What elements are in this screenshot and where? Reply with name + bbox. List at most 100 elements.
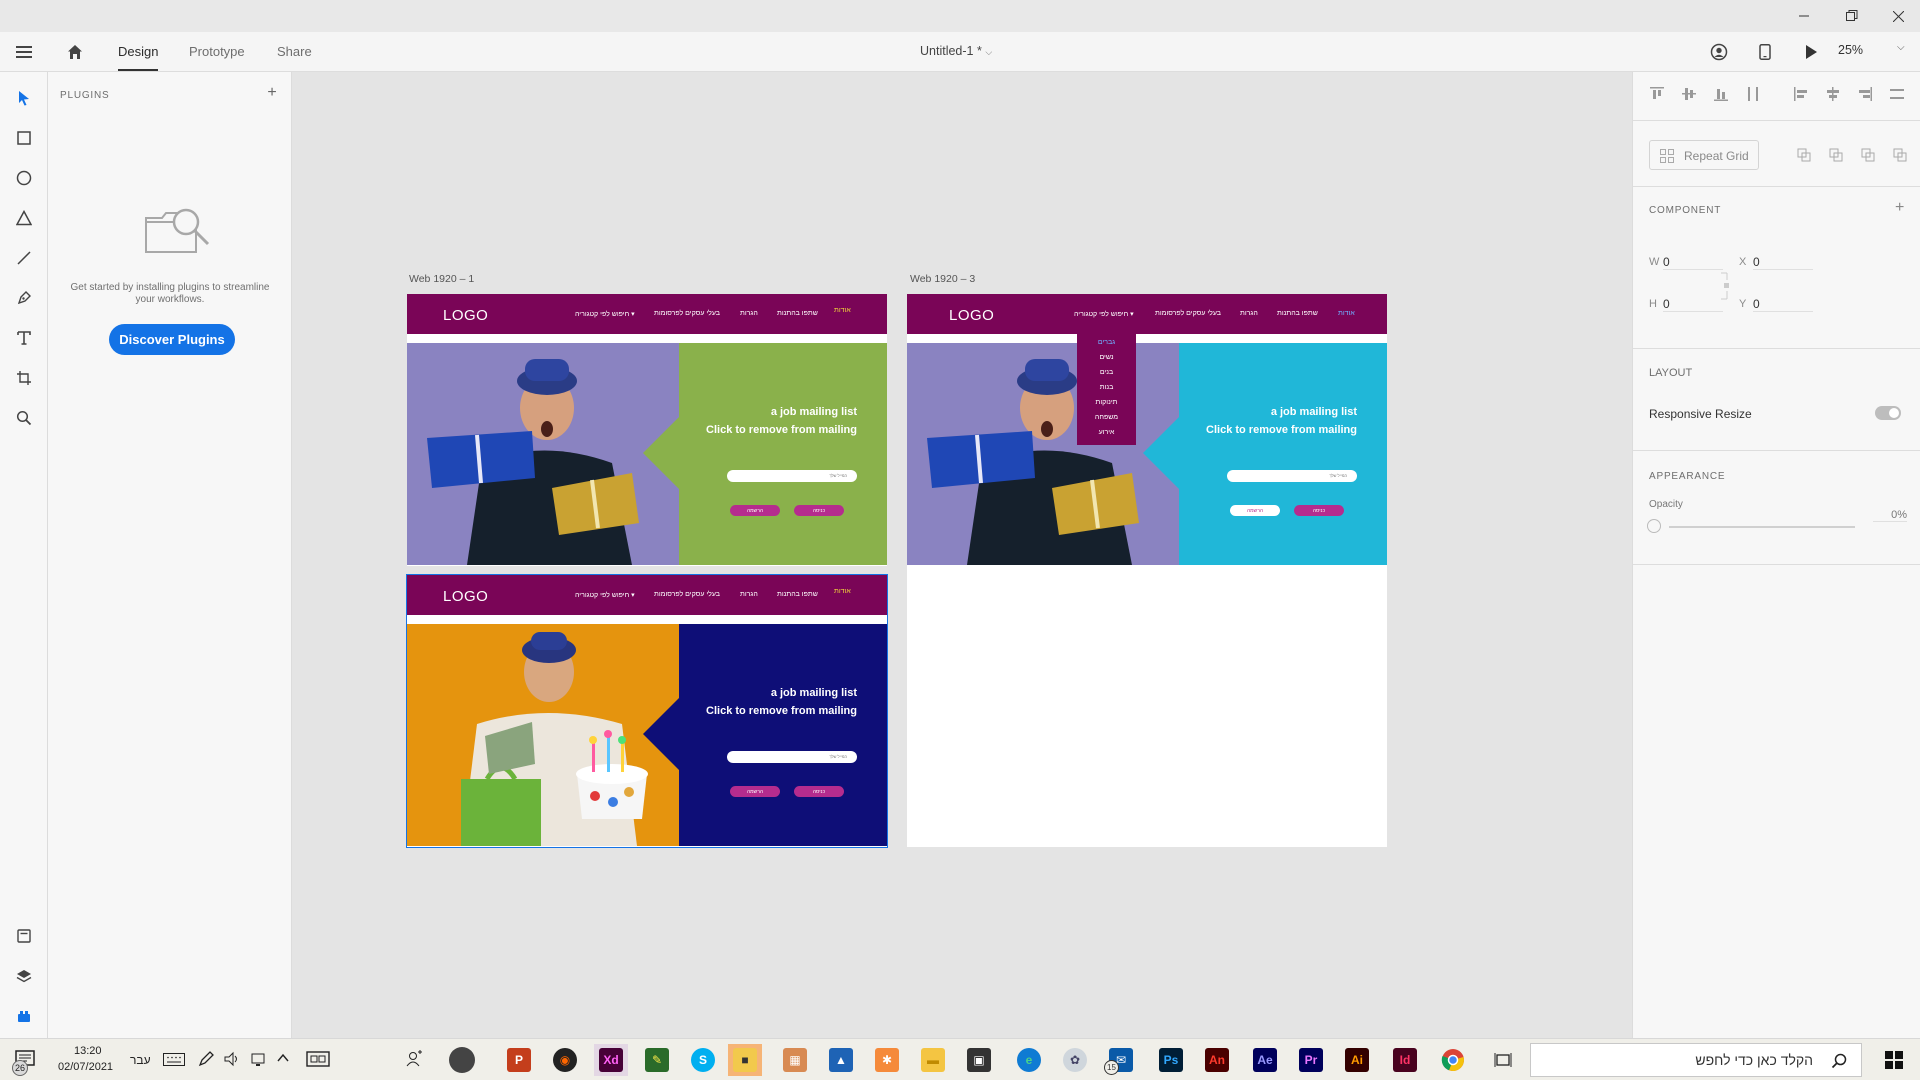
- input-language[interactable]: עבר: [130, 1053, 151, 1067]
- dropdown-item[interactable]: אירוע: [1077, 429, 1136, 436]
- x-field[interactable]: 0: [1753, 255, 1813, 270]
- taskbar-app-icon[interactable]: S: [686, 1044, 720, 1076]
- dropdown-item[interactable]: בנות: [1077, 384, 1136, 391]
- text-tool-icon[interactable]: [8, 322, 40, 354]
- taskbar-app-icon[interactable]: ▲: [824, 1044, 858, 1076]
- taskbar-app-icon[interactable]: Id: [1388, 1044, 1422, 1076]
- volume-icon[interactable]: [224, 1051, 240, 1072]
- zoom-level[interactable]: 25%: [1838, 43, 1863, 57]
- taskbar-app-icon[interactable]: Pr: [1294, 1044, 1328, 1076]
- align-bottom-icon[interactable]: [1713, 86, 1729, 102]
- zoom-tool-icon[interactable]: [8, 402, 40, 434]
- artboard-web-1[interactable]: LOGO אודות שתפו בהתנות הגרות בעלי עסקים …: [407, 294, 887, 566]
- taskbar-search-box[interactable]: הקלד כאן כדי לחפש: [1530, 1043, 1862, 1077]
- repeat-grid-button[interactable]: Repeat Grid: [1649, 140, 1759, 170]
- height-field[interactable]: 0: [1663, 297, 1723, 312]
- align-right-icon[interactable]: [1857, 86, 1873, 102]
- rectangle-tool-icon[interactable]: [8, 122, 40, 154]
- polygon-tool-icon[interactable]: [8, 202, 40, 234]
- dropdown-item[interactable]: תינוקות: [1077, 399, 1136, 406]
- email-field[interactable]: המייל שלך: [1227, 470, 1357, 482]
- clock-date[interactable]: 02/07/2021: [58, 1061, 113, 1073]
- add-component-icon[interactable]: +: [1895, 199, 1904, 217]
- align-top-icon[interactable]: [1649, 86, 1665, 102]
- taskbar-app-icon[interactable]: ▣: [962, 1044, 996, 1076]
- dropdown-item[interactable]: גברים: [1077, 339, 1136, 346]
- login-button[interactable]: כניסה: [794, 505, 844, 516]
- people-icon[interactable]: [405, 1050, 423, 1073]
- design-canvas[interactable]: Web 1920 – 1 Web 1920 – 3 LOGO אודות שתפ…: [292, 72, 1632, 1038]
- responsive-resize-toggle[interactable]: [1875, 406, 1901, 420]
- restore-icon[interactable]: [1836, 0, 1868, 32]
- taskbar-app-icon[interactable]: ■: [728, 1044, 762, 1076]
- clock-time[interactable]: 13:20: [74, 1045, 102, 1057]
- register-button[interactable]: הרשמה: [730, 786, 780, 797]
- taskbar-app-icon[interactable]: ✎: [640, 1044, 674, 1076]
- taskbar-app-icon[interactable]: Ae: [1248, 1044, 1282, 1076]
- opacity-slider-handle[interactable]: [1647, 519, 1661, 533]
- distribute-vertical-icon[interactable]: [1745, 86, 1761, 102]
- taskbar-app-icon[interactable]: ✱: [870, 1044, 904, 1076]
- pen-input-icon[interactable]: [198, 1051, 214, 1072]
- task-switch-icon[interactable]: [1494, 1051, 1512, 1074]
- dropdown-item[interactable]: משפחה: [1077, 414, 1136, 421]
- document-title[interactable]: Untitled-1 * ⌵: [920, 44, 992, 58]
- pen-tool-icon[interactable]: [8, 282, 40, 314]
- taskbar-app-icon[interactable]: ▬: [916, 1044, 950, 1076]
- taskbar-app-icon[interactable]: Xd: [594, 1044, 628, 1076]
- taskbar-app-icon[interactable]: Ai: [1340, 1044, 1374, 1076]
- network-icon[interactable]: [250, 1051, 266, 1072]
- artboard-web-3[interactable]: LOGO אודות שתפו בהתנות הגרות בעלי עסקים …: [907, 294, 1387, 847]
- lock-aspect-icon[interactable]: [1719, 272, 1729, 300]
- opacity-slider-track[interactable]: [1669, 526, 1855, 528]
- email-field[interactable]: המייל שלך: [727, 751, 857, 763]
- hamburger-menu-icon[interactable]: [8, 36, 40, 68]
- boolean-subtract-icon[interactable]: [1829, 148, 1843, 162]
- align-center-icon[interactable]: [1825, 86, 1841, 102]
- discover-plugins-button[interactable]: Discover Plugins: [109, 324, 235, 355]
- close-icon[interactable]: [1882, 0, 1914, 32]
- taskbar-app-icon[interactable]: ▦: [778, 1044, 812, 1076]
- cortana-avatar-icon[interactable]: [449, 1047, 475, 1073]
- taskbar-app-icon[interactable]: An: [1200, 1044, 1234, 1076]
- minimize-icon[interactable]: [1788, 0, 1820, 32]
- register-button[interactable]: הרשמה: [1230, 505, 1280, 516]
- ellipse-tool-icon[interactable]: [8, 162, 40, 194]
- artboard-tool-icon[interactable]: [8, 362, 40, 394]
- keyboard-icon[interactable]: [163, 1053, 185, 1071]
- y-field[interactable]: 0: [1753, 297, 1813, 312]
- artboard-label[interactable]: Web 1920 – 1: [409, 273, 474, 285]
- tab-share[interactable]: Share: [277, 44, 312, 59]
- boolean-exclude-icon[interactable]: [1893, 148, 1907, 162]
- add-plugin-icon[interactable]: +: [264, 84, 280, 102]
- taskbar-app-icon[interactable]: e: [1012, 1044, 1046, 1076]
- align-middle-icon[interactable]: [1681, 86, 1697, 102]
- home-icon[interactable]: [59, 36, 91, 68]
- distribute-horizontal-icon[interactable]: [1889, 86, 1905, 102]
- width-field[interactable]: 0: [1663, 255, 1723, 270]
- taskbar-app-icon[interactable]: ✿: [1058, 1044, 1092, 1076]
- boolean-intersect-icon[interactable]: [1861, 148, 1875, 162]
- taskbar-app-icon[interactable]: ◉: [548, 1044, 582, 1076]
- login-button[interactable]: כניסה: [794, 786, 844, 797]
- plugins-panel-icon[interactable]: [8, 1000, 40, 1032]
- user-account-icon[interactable]: [1703, 36, 1735, 68]
- chevron-up-icon[interactable]: [276, 1051, 290, 1069]
- dropdown-item[interactable]: נשים: [1077, 354, 1136, 361]
- layers-panel-icon[interactable]: [8, 960, 40, 992]
- email-field[interactable]: המייל שלך: [727, 470, 857, 482]
- taskbar-app-icon[interactable]: Ps: [1154, 1044, 1188, 1076]
- opacity-value[interactable]: 0%: [1873, 509, 1907, 522]
- select-tool-icon[interactable]: [8, 82, 40, 114]
- dropdown-item[interactable]: בנים: [1077, 369, 1136, 376]
- tab-design[interactable]: Design: [118, 44, 158, 59]
- artboard-web-2[interactable]: LOGO אודות שתפו בהתנות הגרות בעלי עסקים …: [406, 574, 888, 848]
- task-view-icon[interactable]: [306, 1050, 330, 1073]
- align-left-icon[interactable]: [1793, 86, 1809, 102]
- windows-start-icon[interactable]: [1885, 1051, 1903, 1074]
- register-button[interactable]: הרשמה: [730, 505, 780, 516]
- device-preview-icon[interactable]: [1749, 36, 1781, 68]
- boolean-add-icon[interactable]: [1797, 148, 1811, 162]
- login-button[interactable]: כניסה: [1294, 505, 1344, 516]
- assets-panel-icon[interactable]: [8, 920, 40, 952]
